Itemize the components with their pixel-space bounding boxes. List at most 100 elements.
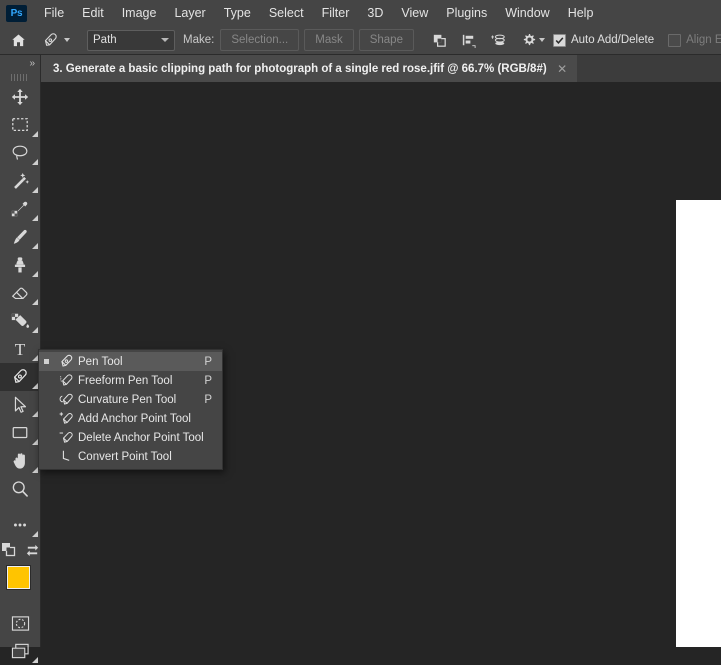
curvature-pen-tool-icon <box>54 391 78 408</box>
default-colors-icon[interactable] <box>1 542 17 558</box>
type-tool[interactable]: T <box>0 335 40 363</box>
flyout-item-label: Convert Point Tool <box>78 450 172 463</box>
type-icon: T <box>15 340 26 359</box>
menu-image[interactable]: Image <box>113 0 166 26</box>
flyout-item-shortcut: P <box>204 374 212 387</box>
make-mask-button[interactable]: Mask <box>304 29 354 51</box>
magic-wand-icon <box>14 172 30 189</box>
pen-tool[interactable] <box>0 363 40 391</box>
chevron-down-icon <box>161 38 169 42</box>
flyout-item-shortcut: P <box>204 393 212 406</box>
menu-3d[interactable]: 3D <box>358 0 392 26</box>
color-swatches <box>0 563 41 603</box>
path-operations-icon[interactable] <box>431 29 448 51</box>
zoom-tool[interactable] <box>0 475 40 503</box>
svg-text:T: T <box>15 340 26 359</box>
path-selection-tool[interactable] <box>0 391 40 419</box>
flyout-item-pen-tool[interactable]: Pen Tool P <box>39 352 222 371</box>
path-alignment-icon[interactable] <box>460 29 477 51</box>
app-logo: Ps <box>6 4 27 22</box>
menu-view[interactable]: View <box>392 0 437 26</box>
flyout-item-label: Curvature Pen Tool <box>78 393 177 406</box>
pen-tool-icon <box>54 353 78 370</box>
flyout-item-freeform-pen-tool[interactable]: Freeform Pen Tool P <box>39 371 222 390</box>
checkbox-checked-icon <box>552 33 566 47</box>
home-icon[interactable] <box>11 29 26 51</box>
make-shape-button[interactable]: Shape <box>358 29 414 51</box>
gradient-tool[interactable] <box>0 307 40 335</box>
path-arrangement-icon[interactable] <box>489 29 507 51</box>
align-edges-checkbox[interactable]: Align Edges <box>668 33 721 47</box>
foreground-color-swatch[interactable] <box>7 566 30 589</box>
menu-layer[interactable]: Layer <box>165 0 214 26</box>
screen-mode-button[interactable] <box>0 637 40 665</box>
hand-icon <box>13 453 25 469</box>
color-shortcuts-row <box>0 539 40 561</box>
flyout-item-label: Pen Tool <box>78 355 123 368</box>
pen-tool-icon <box>13 369 27 384</box>
brush-icon <box>13 229 27 244</box>
pen-tool-icon <box>44 32 57 46</box>
quick-mask-button[interactable] <box>0 609 40 637</box>
pen-tool-flyout-menu: Pen Tool P Freeform Pen Tool P Curvature… <box>38 349 223 470</box>
ellipsis-icon <box>14 523 26 527</box>
edit-toolbar-button[interactable] <box>0 511 40 539</box>
mode-select-value: Path <box>93 34 117 46</box>
flyout-item-shortcut: P <box>204 355 212 368</box>
delete-anchor-point-tool-icon <box>54 429 78 446</box>
rectangle-tool[interactable] <box>0 419 40 447</box>
selected-bullet-icon <box>39 359 54 364</box>
convert-point-tool-icon <box>54 448 78 465</box>
flyout-item-label: Delete Anchor Point Tool <box>78 431 204 444</box>
move-tool[interactable] <box>0 83 40 111</box>
eyedropper-icon <box>11 201 28 217</box>
collapse-toolbar-button[interactable]: » <box>0 55 40 71</box>
hand-tool[interactable] <box>0 447 40 475</box>
tools-panel: » T <box>0 55 41 663</box>
quick-mask-icon <box>11 615 29 631</box>
close-icon[interactable]: ✕ <box>556 62 569 76</box>
toolbar-grip[interactable] <box>0 71 40 83</box>
swap-colors-icon[interactable] <box>25 543 40 558</box>
menu-edit[interactable]: Edit <box>73 0 113 26</box>
align-edges-label: Align Edges <box>686 34 721 46</box>
auto-add-delete-checkbox[interactable]: Auto Add/Delete <box>552 33 655 47</box>
make-label: Make: <box>183 34 215 46</box>
clone-stamp-icon <box>14 257 26 273</box>
menu-select[interactable]: Select <box>260 0 313 26</box>
make-selection-button[interactable]: Selection... <box>220 29 300 51</box>
eyedropper-tool[interactable] <box>0 195 40 223</box>
document-tab-strip: 3. Generate a basic clipping path for ph… <box>41 55 721 82</box>
menu-file[interactable]: File <box>35 0 73 26</box>
object-selection-tool[interactable] <box>0 167 40 195</box>
menu-plugins[interactable]: Plugins <box>437 0 496 26</box>
flyout-item-add-anchor-point-tool[interactable]: Add Anchor Point Tool <box>39 409 222 428</box>
flyout-item-delete-anchor-point-tool[interactable]: Delete Anchor Point Tool <box>39 428 222 447</box>
mode-select[interactable]: Path <box>87 29 175 51</box>
flyout-item-convert-point-tool[interactable]: Convert Point Tool <box>39 447 222 466</box>
flyout-item-curvature-pen-tool[interactable]: Curvature Pen Tool P <box>39 390 222 409</box>
tool-preset-picker[interactable] <box>38 31 73 50</box>
rectangular-marquee-icon <box>12 118 28 132</box>
document-canvas[interactable] <box>676 200 721 647</box>
geometry-options-button[interactable] <box>519 32 547 48</box>
clone-stamp-tool[interactable] <box>0 251 40 279</box>
lasso-tool[interactable] <box>0 139 40 167</box>
menu-window[interactable]: Window <box>496 0 558 26</box>
photoshop-window: Ps File Edit Image Layer Type Select Fil… <box>0 0 721 663</box>
auto-add-delete-label: Auto Add/Delete <box>570 34 655 46</box>
menu-type[interactable]: Type <box>215 0 260 26</box>
move-icon <box>11 88 29 106</box>
eraser-tool[interactable] <box>0 279 40 307</box>
flyout-item-label: Freeform Pen Tool <box>78 374 173 387</box>
screen-mode-icon <box>11 643 29 659</box>
menu-help[interactable]: Help <box>559 0 603 26</box>
document-tab-title: 3. Generate a basic clipping path for ph… <box>53 62 547 75</box>
document-tab[interactable]: 3. Generate a basic clipping path for ph… <box>41 55 577 82</box>
chevron-down-icon <box>64 38 70 42</box>
rectangular-marquee-tool[interactable] <box>0 111 40 139</box>
checkbox-unchecked-icon <box>668 33 682 47</box>
chevron-down-icon <box>538 38 545 42</box>
menu-filter[interactable]: Filter <box>313 0 359 26</box>
brush-tool[interactable] <box>0 223 40 251</box>
